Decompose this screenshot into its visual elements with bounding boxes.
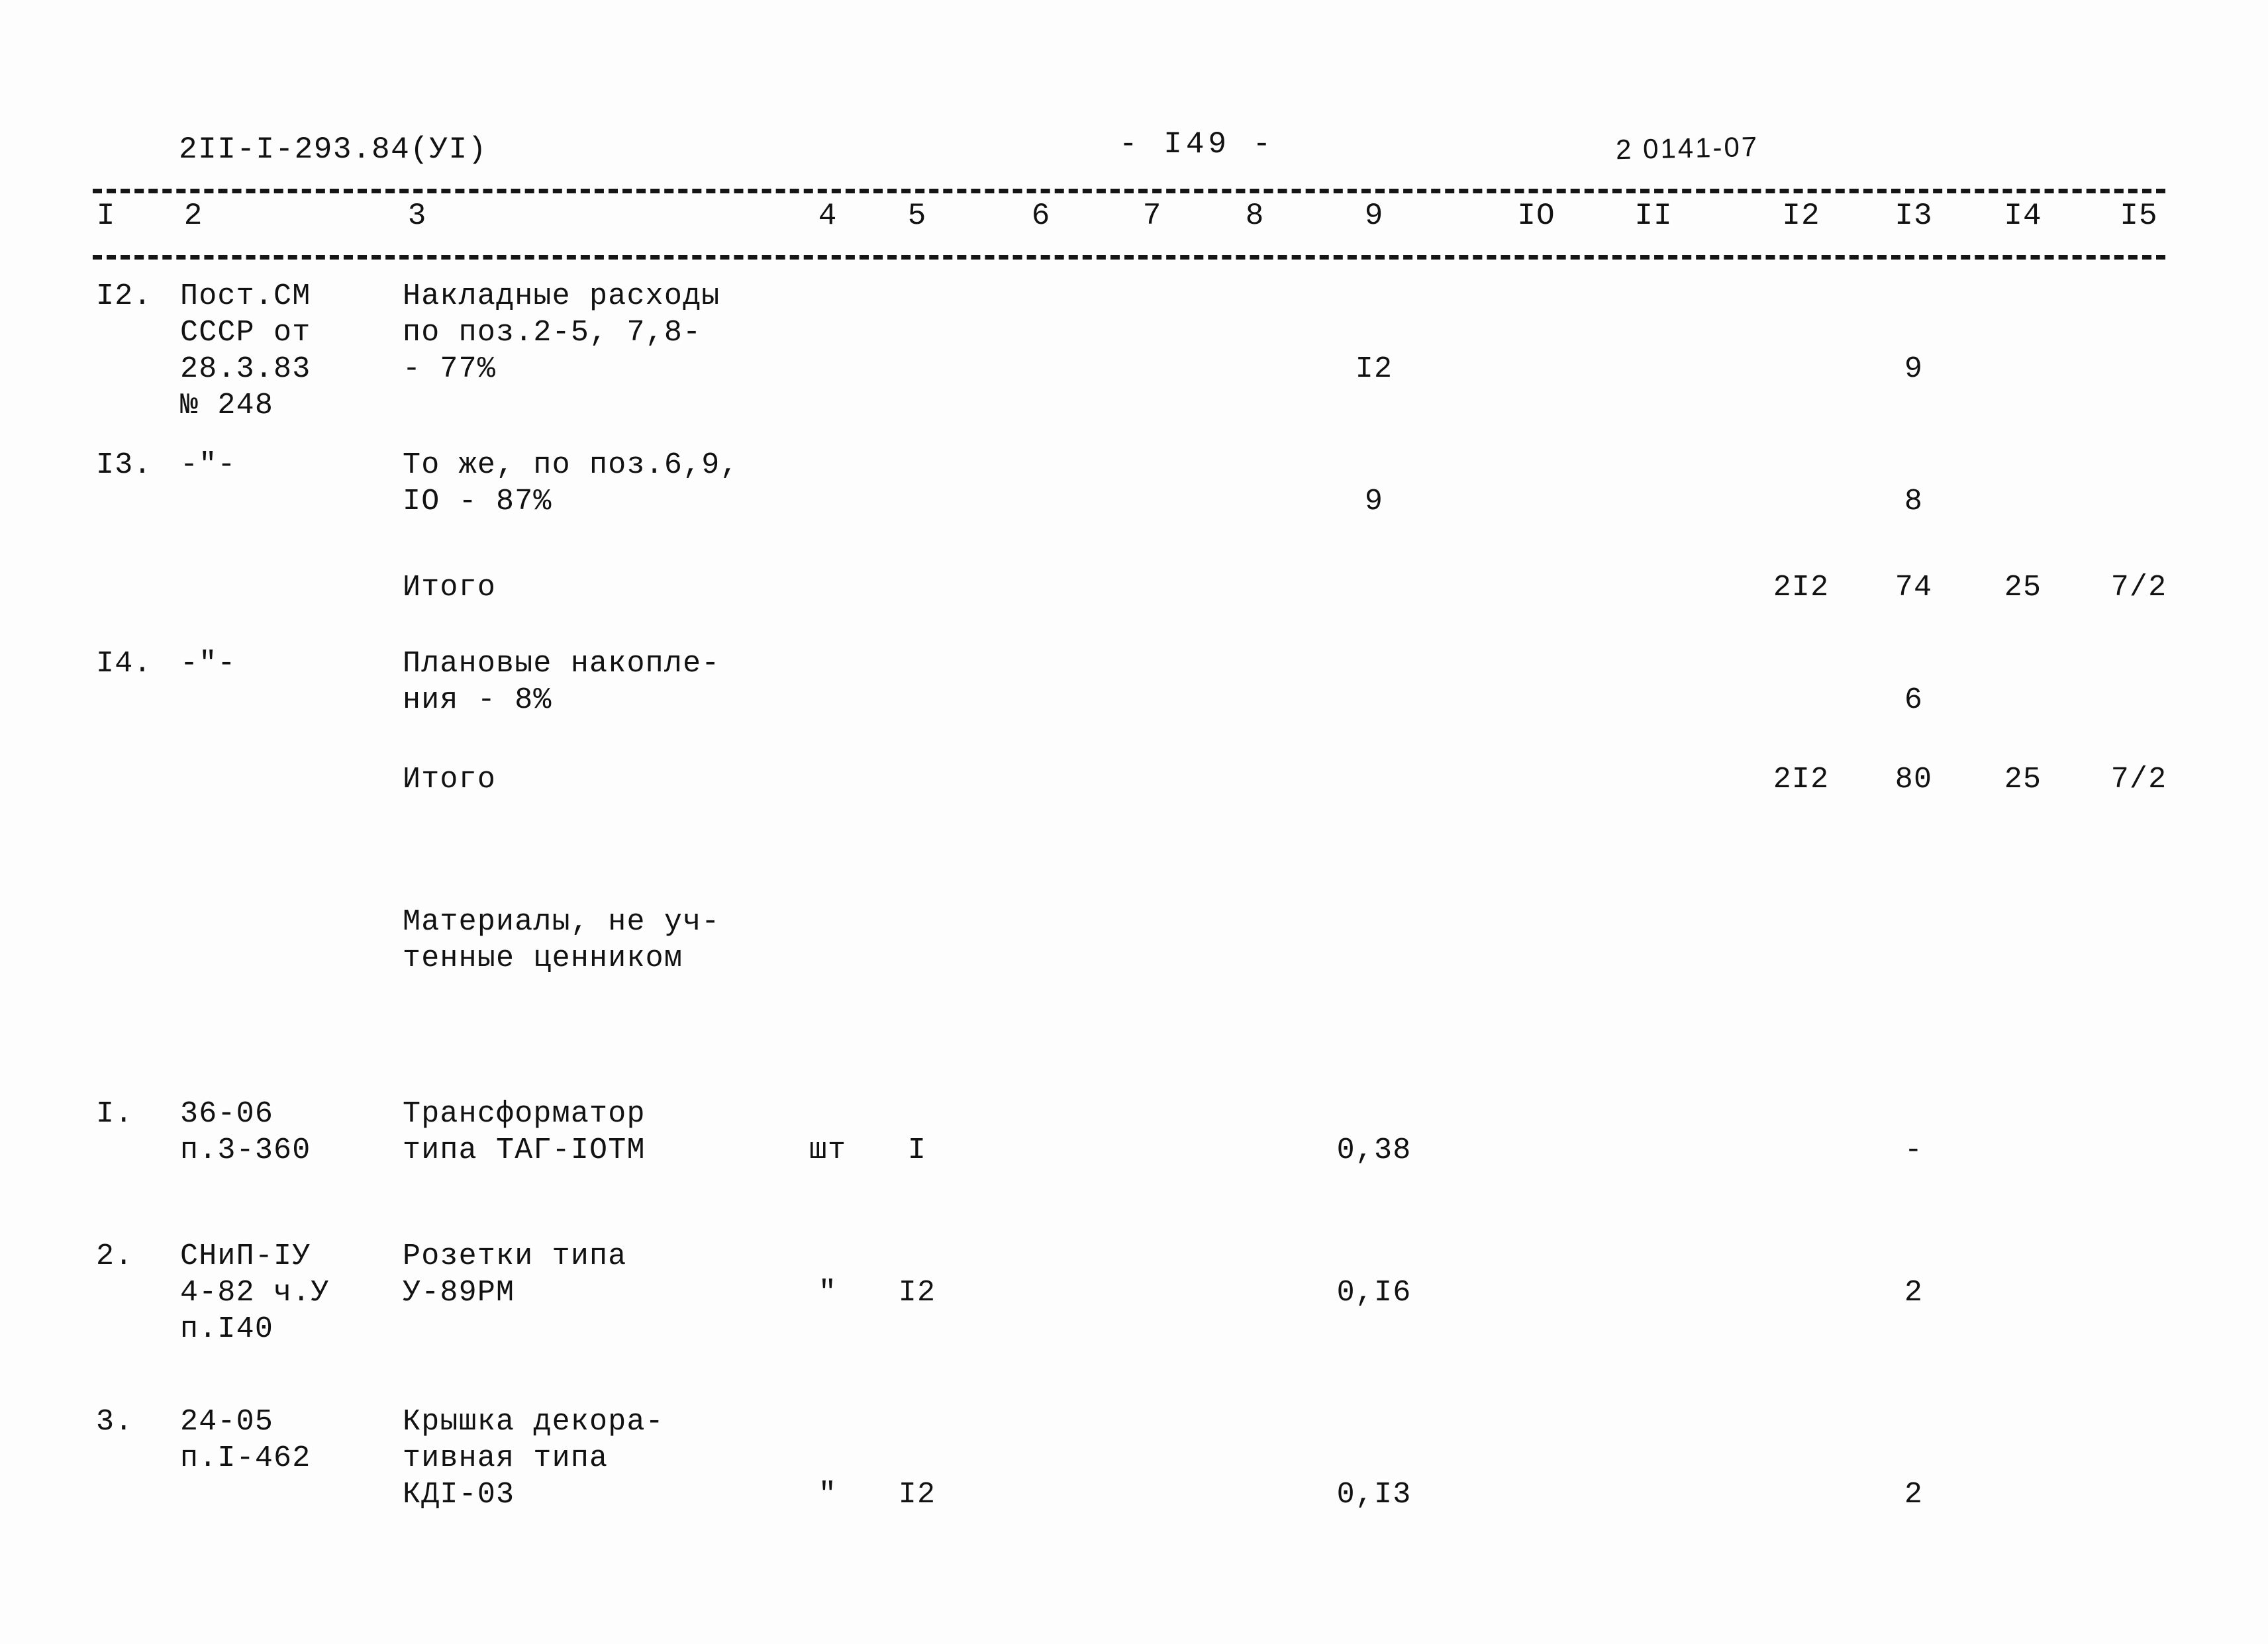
row-number-cell: 3. [96, 1405, 134, 1439]
row-col9-cell: 9 [1364, 485, 1384, 518]
row-quantity-cell: I2 [898, 1276, 936, 1310]
column-number-3: 3 [407, 199, 427, 233]
row-col14-cell: 25 [2004, 763, 2042, 797]
handwritten-stamp: 2 0141-07 [1615, 130, 1759, 166]
row-unit-cell: " [818, 1276, 838, 1310]
table-row: I4. -"- Плановые накопле- ния - 8% 6 [0, 646, 2268, 761]
row-reference-cell: -"- [180, 647, 236, 681]
table-body: I2. Пост.СМ СССР от 28.3.83 № 248 Накладны… [0, 278, 2268, 1556]
table-row: 3. 24-05 п.I-462 Крышка декора- тивная тип… [0, 1404, 2268, 1556]
row-quantity-cell: I2 [898, 1478, 936, 1512]
row-unit-cell: шт [809, 1134, 847, 1167]
column-number-I3: I3 [1895, 199, 1933, 233]
row-description-cell: Трансформатор типа ТАГ-IОТМ [403, 1097, 646, 1167]
row-description-cell: Плановые накопле- ния - 8% [403, 647, 720, 717]
row-col15-cell: 7/2 [2110, 571, 2167, 604]
column-number-9: 9 [1364, 199, 1384, 233]
row-reference-cell: 24-05 п.I-462 [180, 1405, 311, 1475]
row-col13-cell: 8 [1904, 485, 1924, 518]
row-col9-cell: 0,38 [1336, 1134, 1412, 1167]
row-col13-cell: 6 [1904, 683, 1924, 717]
row-number-cell: I. [96, 1097, 134, 1131]
row-reference-cell: 36-06 п.3-360 [180, 1097, 311, 1167]
row-description-cell: То же, по поз.6,9, IO - 87% [403, 448, 739, 518]
row-description-cell: Итого [403, 763, 497, 797]
row-col12-cell: 2I2 [1773, 763, 1830, 797]
column-number-II: II [1634, 199, 1673, 233]
page-number: - I49 - [1119, 127, 1275, 162]
table-row: Итого 2I2 80 25 7/2 [0, 761, 2268, 904]
table-row: I2. Пост.СМ СССР от 28.3.83 № 248 Накладны… [0, 278, 2268, 447]
row-col13-cell: 74 [1895, 571, 1933, 604]
row-col13-cell: 80 [1895, 763, 1933, 797]
row-col13-cell: 2 [1904, 1478, 1924, 1512]
row-description-cell: Крышка декора- тивная типа КДI-03 [403, 1405, 664, 1512]
row-col13-cell: 2 [1904, 1276, 1924, 1310]
row-reference-cell: -"- [180, 448, 236, 482]
row-description-cell: Итого [403, 571, 497, 604]
table-row: Материалы, не уч- тенные ценником [0, 904, 2268, 1096]
row-number-cell: I3. [96, 448, 152, 482]
row-col13-cell: 9 [1904, 352, 1924, 386]
document-page: 2II-I-293.84(УI) - I49 - 2 0141-07 I2345… [0, 0, 2268, 1644]
column-number-4: 4 [818, 199, 838, 233]
row-col9-cell: I2 [1355, 352, 1393, 386]
row-number-cell: I4. [96, 647, 152, 681]
row-description-cell: Накладные расходы по поз.2-5, 7,8- - 77% [403, 279, 720, 386]
table-row: 2. СНиП-IУ 4-82 ч.У п.I40 Розетки типа У-8… [0, 1238, 2268, 1404]
row-col14-cell: 25 [2004, 571, 2042, 604]
row-reference-cell: СНиП-IУ 4-82 ч.У п.I40 [180, 1239, 330, 1346]
column-number-5: 5 [907, 199, 927, 233]
row-description-cell: Материалы, не уч- тенные ценником [403, 905, 720, 975]
row-col12-cell: 2I2 [1773, 571, 1830, 604]
column-number-I4: I4 [2004, 199, 2042, 233]
table-column-numbers: I 2 3 4 5 6 7 8 9 IO II I2 I3 I4 I5 [0, 199, 2268, 245]
table-row: I. 36-06 п.3-360 Трансформатор типа ТАГ-IО… [0, 1096, 2268, 1238]
column-number-I5: I5 [2120, 199, 2158, 233]
row-number-cell: 2. [96, 1239, 134, 1273]
column-number-IO: IO [1517, 199, 1555, 233]
column-number-I2: I2 [1782, 199, 1820, 233]
row-col9-cell: 0,I3 [1336, 1478, 1412, 1512]
row-col13-cell: - [1904, 1134, 1924, 1167]
row-reference-cell: Пост.СМ СССР от 28.3.83 № 248 [180, 279, 311, 422]
column-number-I: I [96, 199, 116, 233]
row-unit-cell: " [818, 1478, 838, 1512]
table-row: Итого 2I2 74 25 7/2 [0, 569, 2268, 646]
row-description-cell: Розетки типа У-89РМ [403, 1239, 627, 1310]
column-number-7: 7 [1142, 199, 1162, 233]
column-number-2: 2 [183, 199, 203, 233]
row-number-cell: I2. [96, 279, 152, 313]
row-quantity-cell: I [907, 1134, 927, 1167]
column-number-8: 8 [1245, 199, 1265, 233]
document-code: 2II-I-293.84(УI) [179, 132, 487, 167]
row-col15-cell: 7/2 [2110, 763, 2167, 797]
table-row: I3. -"- То же, по поз.6,9, IO - 87% 9 8 [0, 447, 2268, 569]
table-rule-top [93, 189, 2165, 193]
table-rule-bottom [93, 255, 2165, 260]
column-number-6: 6 [1031, 199, 1051, 233]
row-col9-cell: 0,I6 [1336, 1276, 1412, 1310]
